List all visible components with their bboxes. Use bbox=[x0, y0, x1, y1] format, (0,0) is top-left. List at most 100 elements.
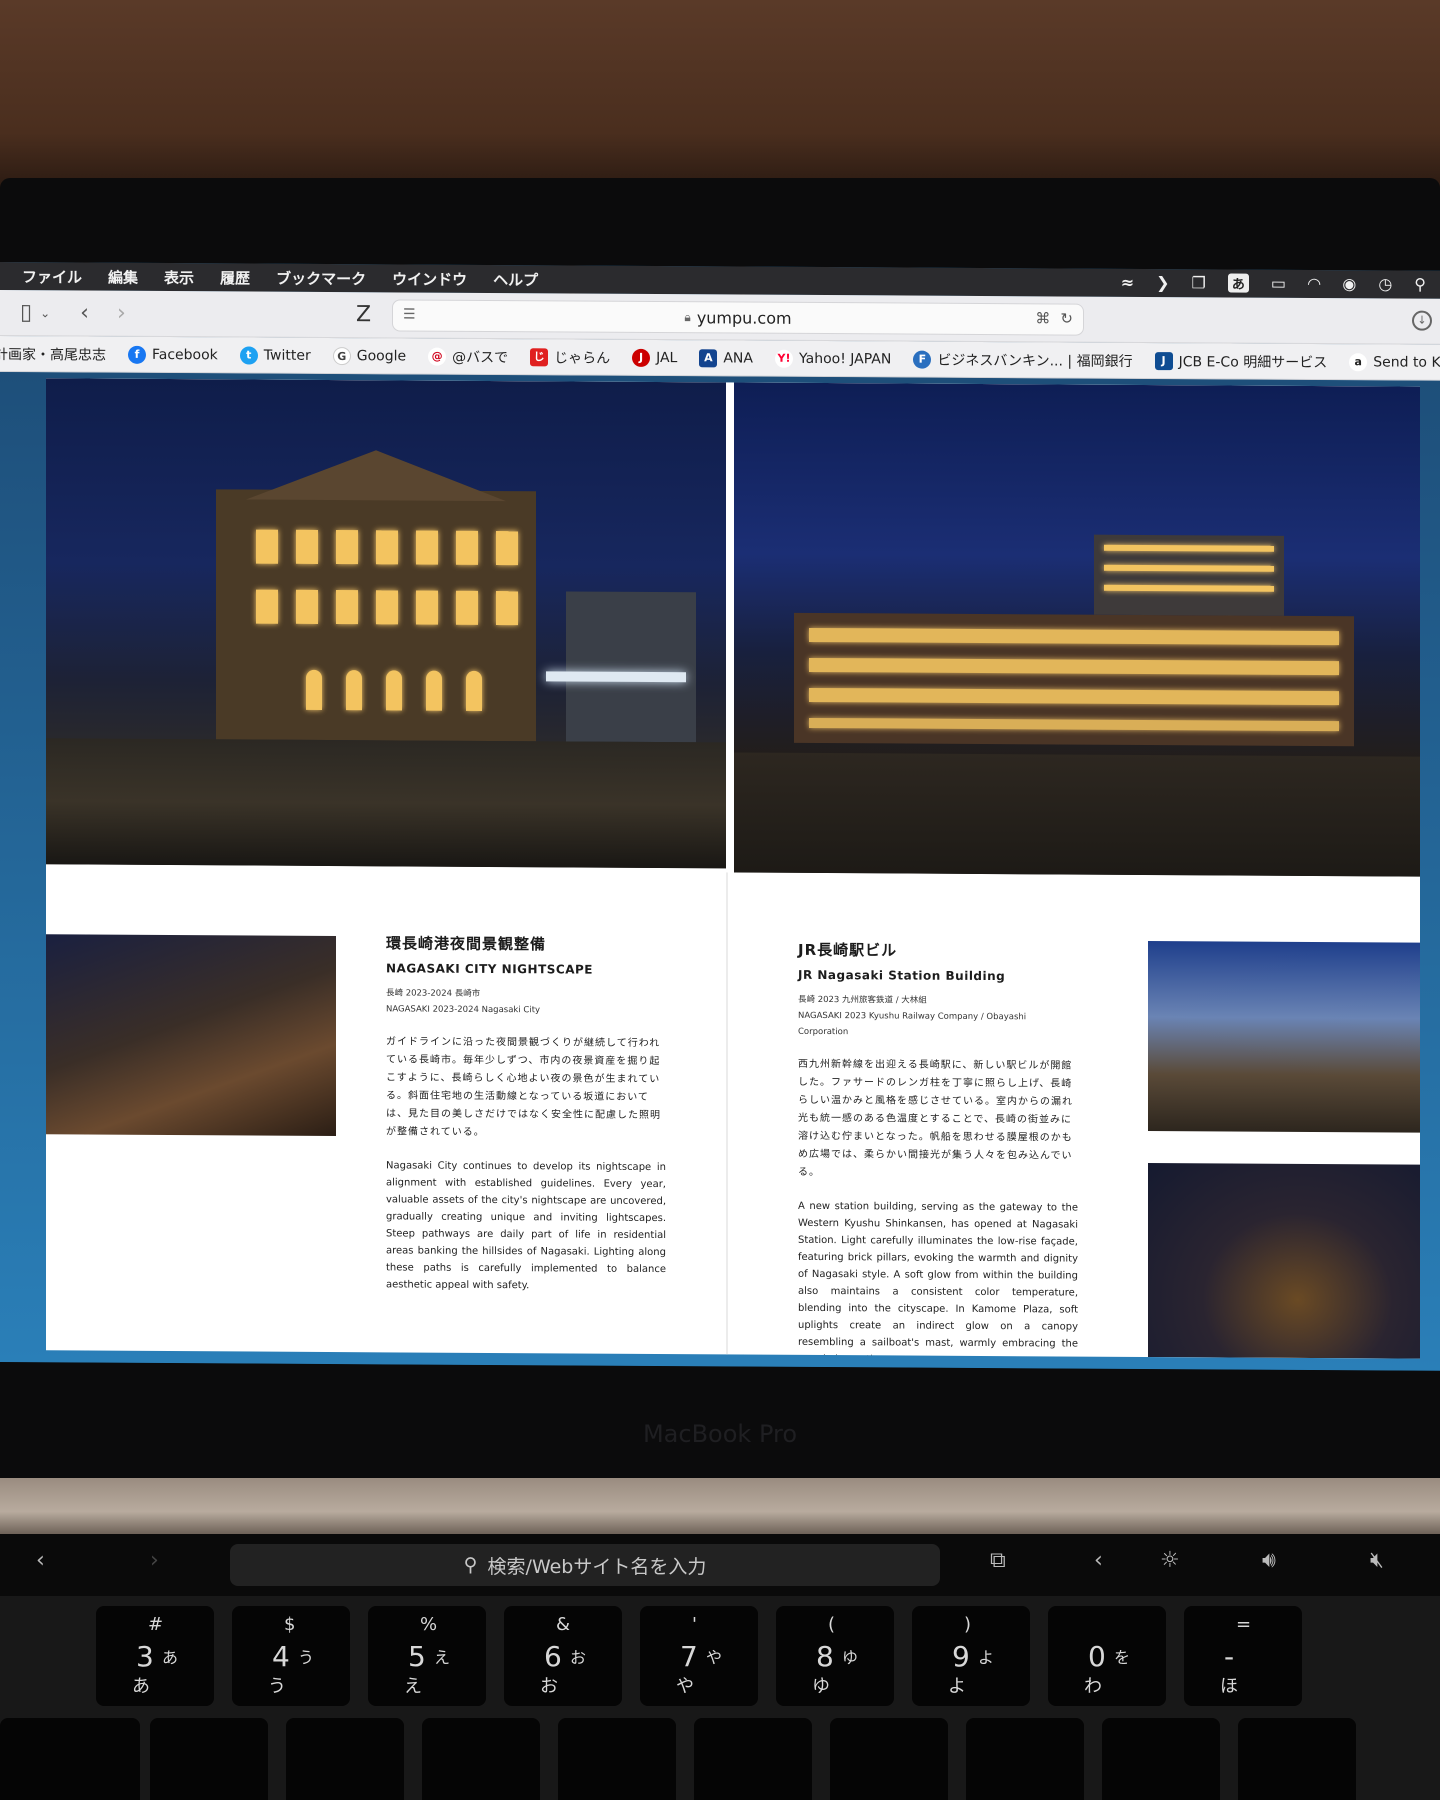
jalan-icon: じ bbox=[530, 347, 549, 366]
menu-bookmarks[interactable]: ブックマーク bbox=[276, 267, 366, 289]
z-extension-icon[interactable]: Z bbox=[356, 302, 371, 327]
key[interactable]: ) 9 よ よ bbox=[912, 1606, 1030, 1706]
key[interactable] bbox=[150, 1718, 268, 1800]
facebook-icon: f bbox=[128, 345, 146, 364]
battery-icon[interactable]: ▭ bbox=[1271, 274, 1286, 293]
photo-hillside-path bbox=[46, 934, 336, 1137]
bookmark-item[interactable]: 計画家・高尾忠志 bbox=[0, 343, 106, 364]
key[interactable] bbox=[422, 1718, 540, 1800]
tab-overview-icon[interactable]: ⧉ bbox=[990, 1548, 1006, 1573]
brightness-icon[interactable]: ☼ bbox=[1160, 1548, 1180, 1573]
photo-station-building bbox=[734, 382, 1420, 877]
touchbar-search-field[interactable]: ⚲ 検索/Webサイト名を入力 bbox=[230, 1544, 940, 1586]
forward-button[interactable]: › bbox=[117, 301, 126, 326]
key[interactable]: = - ほ bbox=[1184, 1606, 1302, 1706]
menu-window[interactable]: ウインドウ bbox=[392, 268, 467, 289]
key[interactable] bbox=[286, 1718, 404, 1800]
menu-view[interactable]: 表示 bbox=[164, 267, 194, 288]
scribble-icon[interactable]: ≈ bbox=[1121, 273, 1134, 292]
screen: ファイル 編集 表示 履歴 ブックマーク ウインドウ ヘルプ ≈ ❯ ❐ あ ▭… bbox=[0, 262, 1440, 1371]
article-body-en: A new station building, serving as the g… bbox=[798, 1200, 1078, 1359]
bookmark-item[interactable]: Y! Yahoo! JAPAN bbox=[775, 349, 891, 368]
article-title-en: JR Nagasaki Station Building bbox=[798, 967, 1006, 984]
key[interactable] bbox=[1102, 1718, 1220, 1800]
key[interactable] bbox=[0, 1718, 140, 1800]
article-body-jp: 西九州新幹線を出迎える長崎駅に、新しい駅ビルが開館した。ファサードのレンガ柱を丁… bbox=[798, 1058, 1073, 1179]
bookmark-item[interactable]: じ じゃらん bbox=[530, 347, 610, 367]
photo-kamome-plaza bbox=[1148, 941, 1420, 1133]
key[interactable]: ' 7 や や bbox=[640, 1606, 758, 1706]
key[interactable]: $ 4 う う bbox=[232, 1606, 350, 1706]
bookmark-item[interactable]: A ANA bbox=[699, 348, 753, 367]
mute-icon[interactable]: 🔇︎ bbox=[1370, 1548, 1384, 1573]
bookmark-item[interactable]: t Twitter bbox=[239, 345, 311, 365]
window-icon[interactable]: ❐ bbox=[1192, 273, 1206, 292]
photo-historic-building bbox=[46, 378, 726, 869]
translate-icon[interactable]: ⌘ bbox=[1035, 309, 1050, 327]
key[interactable] bbox=[694, 1718, 812, 1800]
laptop-hinge bbox=[0, 1478, 1440, 1534]
wall-background bbox=[0, 0, 1440, 190]
reload-icon[interactable]: ↻ bbox=[1060, 309, 1073, 327]
bookmark-item[interactable]: f Facebook bbox=[128, 345, 218, 364]
bookmark-item[interactable]: G Google bbox=[332, 346, 406, 365]
volume-icon[interactable]: 🔊︎ bbox=[1262, 1548, 1276, 1573]
status-icons: ≈ ❯ ❐ あ ▭ ◠ ◉ ◷ ⚲ bbox=[1121, 273, 1426, 294]
article-title-en: NAGASAKI CITY NIGHTSCAPE bbox=[386, 961, 593, 977]
page-menu-icon[interactable]: ☰ bbox=[403, 306, 416, 322]
lock-icon: 🔒︎ bbox=[684, 309, 691, 324]
page-viewport[interactable]: 環長崎港夜間景観整備 NAGASAKI CITY NIGHTSCAPE 長崎 2… bbox=[0, 372, 1440, 1371]
article-body-en: Nagasaki City continues to develop its n… bbox=[386, 1160, 666, 1292]
article-body-jp: ガイドラインに沿った夜間景観づくりが継続して行われている長崎市。毎年少しずつ、市… bbox=[386, 1036, 661, 1138]
user-icon[interactable]: ◉ bbox=[1342, 274, 1356, 293]
touchbar-expand-icon[interactable]: ‹ bbox=[1094, 1548, 1103, 1573]
laptop-brand-label: MacBook Pro bbox=[642, 1420, 798, 1448]
chevron-down-icon[interactable]: ⌄ bbox=[40, 306, 50, 320]
menu-edit[interactable]: 編集 bbox=[108, 266, 138, 287]
article-meta-jp: 長崎 2023-2024 長崎市 bbox=[386, 988, 481, 999]
key[interactable]: 0 を わ bbox=[1048, 1606, 1166, 1706]
touchbar-back-icon[interactable]: ‹ bbox=[36, 1548, 45, 1573]
menu-history[interactable]: 履歴 bbox=[220, 267, 250, 288]
menu-file[interactable]: ファイル bbox=[22, 266, 82, 287]
bookmark-item[interactable]: a Send to Kindle bbox=[1349, 352, 1440, 372]
arrow-circle-icon[interactable]: ❯ bbox=[1156, 273, 1169, 292]
bookmark-item[interactable]: J JCB E-Co 明細サービス bbox=[1154, 351, 1327, 372]
bookmark-item[interactable]: J JAL bbox=[632, 348, 677, 367]
google-icon: G bbox=[332, 346, 351, 365]
page-gutter bbox=[726, 872, 728, 1355]
keyboard: # 3 あ あ $ 4 う う % 5 え え & 6 お お ' 7 や や … bbox=[0, 1596, 1440, 1800]
url-text[interactable]: yumpu.com bbox=[697, 308, 792, 328]
download-icon[interactable]: ↓ bbox=[1412, 310, 1432, 331]
back-button[interactable]: ‹ bbox=[80, 300, 89, 325]
key[interactable] bbox=[558, 1718, 676, 1800]
touchbar-forward-icon[interactable]: › bbox=[150, 1548, 159, 1573]
key[interactable]: # 3 あ あ bbox=[96, 1606, 214, 1706]
menu-help[interactable]: ヘルプ bbox=[493, 269, 538, 290]
article-meta-en: NAGASAKI 2023 Kyushu Railway Company / O… bbox=[798, 1010, 1027, 1038]
article-meta-en: NAGASAKI 2023-2024 Nagasaki City bbox=[386, 1004, 541, 1016]
address-bar[interactable]: ☰ 🔒︎ yumpu.com ⌘ ↻ bbox=[392, 299, 1084, 336]
touch-bar: ‹ › ⚲ 検索/Webサイト名を入力 ⧉ ‹ ☼ 🔊︎ 🔇︎ bbox=[0, 1534, 1440, 1596]
key[interactable] bbox=[966, 1718, 1084, 1800]
key[interactable] bbox=[1238, 1718, 1356, 1800]
magazine-spread[interactable]: 環長崎港夜間景観整備 NAGASAKI CITY NIGHTSCAPE 長崎 2… bbox=[46, 378, 1420, 1359]
search-icon[interactable]: ⚲ bbox=[1414, 275, 1426, 294]
bookmark-item[interactable]: @ @バスで bbox=[428, 346, 508, 366]
ime-indicator[interactable]: あ bbox=[1227, 273, 1249, 293]
sidebar-icon[interactable]: ▯ bbox=[20, 300, 32, 325]
bookmark-item[interactable]: F ビジネスバンキン... | 福岡銀行 bbox=[913, 349, 1133, 370]
bank-icon: F bbox=[913, 350, 932, 369]
amazon-icon: a bbox=[1349, 352, 1368, 371]
wifi-icon[interactable]: ◠ bbox=[1308, 274, 1320, 293]
ana-icon: A bbox=[699, 348, 718, 367]
key[interactable]: % 5 え え bbox=[368, 1606, 486, 1706]
key[interactable]: & 6 お お bbox=[504, 1606, 622, 1706]
jcb-icon: J bbox=[1154, 351, 1173, 370]
article-meta-jp: 長崎 2023 九州旅客鉄道 / 大林組 bbox=[798, 994, 927, 1006]
key[interactable]: ( 8 ゆ ゆ bbox=[776, 1606, 894, 1706]
clock-icon[interactable]: ◷ bbox=[1378, 274, 1392, 293]
key[interactable] bbox=[830, 1718, 948, 1800]
article-title-jp: JR長崎駅ビル bbox=[798, 940, 898, 960]
search-icon: ⚲ bbox=[463, 1554, 478, 1576]
